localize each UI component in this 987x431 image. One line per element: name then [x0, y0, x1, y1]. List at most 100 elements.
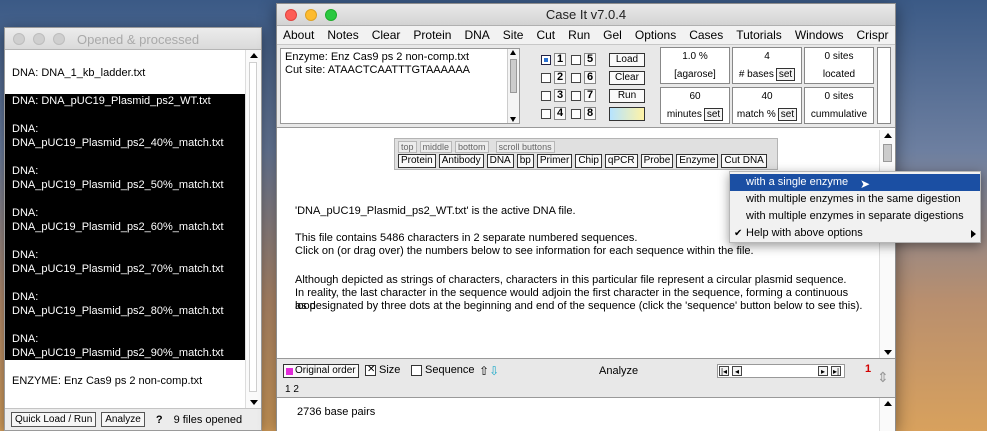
list-item[interactable]: DNA: DNA_pUC19_Plasmid_ps2_WT.txt [5, 94, 245, 108]
bp-scrollbar[interactable] [879, 398, 895, 431]
menu-protein[interactable]: Protein [413, 28, 451, 42]
left-list-scrollbar[interactable] [245, 50, 261, 408]
chip-button[interactable]: Chip [575, 154, 602, 168]
menu-site[interactable]: Site [503, 28, 524, 42]
lane-checkbox[interactable] [541, 90, 551, 101]
lane-8[interactable]: 8 [571, 107, 596, 120]
load-button[interactable]: Load [609, 53, 645, 67]
lane-3[interactable]: 3 [541, 89, 566, 102]
file-list[interactable]: DNA: DNA_1_kb_ladder.txt DNA: DNA_pUC19_… [5, 50, 245, 408]
probe-button[interactable]: Probe [640, 154, 674, 168]
scroll-down-arrow-icon[interactable] [250, 400, 258, 405]
checkbox-checked[interactable] [365, 364, 376, 376]
menu-about[interactable]: About [283, 28, 314, 42]
checkbox-unchecked[interactable] [411, 364, 422, 376]
list-item[interactable]: DNA_pUC19_Plasmid_ps2_40%_match.txt [5, 136, 245, 150]
qpcr-button[interactable]: qPCR [604, 154, 638, 168]
sequence-numbers[interactable]: 1 2 [285, 384, 299, 395]
scroll-thumb[interactable] [249, 62, 257, 392]
info-text-area[interactable]: top middle bottom scroll buttons Protein… [277, 130, 881, 358]
lane-1[interactable]: 1 [541, 53, 566, 66]
help-options-item[interactable]: ✔ Help with above options [730, 225, 980, 242]
list-item[interactable]: DNA: [5, 248, 245, 262]
lane-checkbox[interactable] [541, 72, 551, 83]
list-item[interactable]: DNA: DNA_1_kb_ladder.txt [5, 66, 245, 80]
list-item[interactable]: DNA_pUC19_Plasmid_ps2_70%_match.txt [5, 262, 245, 276]
menu-notes[interactable]: Notes [327, 28, 358, 42]
lane-checkbox[interactable] [571, 54, 581, 65]
prev-icon[interactable]: ◂ [732, 366, 742, 376]
menu-options[interactable]: Options [635, 28, 676, 42]
scroll-thumb[interactable] [883, 144, 892, 162]
enzyme-info-box[interactable]: Enzyme: Enz Cas9 ps 2 non-comp.txt Cut s… [280, 48, 520, 124]
next-icon[interactable]: ▸ [818, 366, 828, 376]
menu-dna[interactable]: DNA [464, 28, 489, 42]
scroll-down-arrow-icon[interactable] [510, 117, 516, 122]
last-icon[interactable]: ▸| [831, 366, 841, 376]
quick-load-run-button[interactable]: Quick Load / Run [11, 412, 97, 427]
lane-checkbox[interactable] [541, 54, 551, 65]
enzyme-box-scrollbar[interactable] [507, 49, 519, 123]
main-window-titlebar[interactable]: Case It v7.0.4 [277, 4, 895, 26]
lane-checkbox[interactable] [571, 108, 581, 119]
list-item[interactable]: DNA_pUC19_Plasmid_ps2_60%_match.txt [5, 220, 245, 234]
run-button[interactable]: Run [609, 89, 645, 103]
menu-crispr[interactable]: Crispr [857, 28, 889, 42]
lane-4[interactable]: 4 [541, 107, 566, 120]
multiple-same-digestion-option[interactable]: with multiple enzymes in the same digest… [730, 191, 980, 208]
cut-dna-button[interactable]: Cut DNA [721, 154, 767, 168]
zoom-button[interactable] [53, 33, 65, 45]
scroll-up-arrow-icon[interactable] [510, 50, 516, 55]
up-arrow-icon[interactable]: ⇧ [479, 364, 489, 378]
scroll-middle-tab[interactable]: middle [419, 141, 453, 153]
down-arrow-icon[interactable]: ⇩ [489, 364, 499, 378]
menu-cases[interactable]: Cases [689, 28, 723, 42]
analyze-button[interactable]: Analyze [101, 412, 145, 427]
content-scrollbar[interactable] [879, 130, 895, 358]
list-item[interactable]: DNA: [5, 164, 245, 178]
first-icon[interactable]: |◂ [719, 366, 729, 376]
set-match-button[interactable]: set [777, 108, 798, 121]
menu-gel[interactable]: Gel [603, 28, 622, 42]
menu-clear[interactable]: Clear [372, 28, 401, 42]
lane-checkbox[interactable] [571, 90, 581, 101]
scroll-up-arrow-icon[interactable] [884, 401, 892, 406]
size-checkbox[interactable]: Size [365, 364, 400, 376]
multiple-separate-digestion-option[interactable]: with multiple enzymes in separate digest… [730, 208, 980, 225]
agarose-label[interactable]: [agarose] [661, 69, 729, 80]
list-item[interactable]: DNA: [5, 122, 245, 136]
help-button[interactable]: ? [156, 414, 163, 426]
primer-button[interactable]: Primer [536, 154, 573, 168]
spinner-icon[interactable]: ⇕ [877, 369, 889, 386]
original-order-button[interactable]: Original order [283, 364, 359, 378]
minimize-button[interactable] [33, 33, 45, 45]
lane-7[interactable]: 7 [571, 89, 596, 102]
list-item[interactable]: DNA_pUC19_Plasmid_ps2_50%_match.txt [5, 178, 245, 192]
bp-button[interactable]: bp [516, 154, 534, 168]
set-minutes-button[interactable]: set [703, 108, 724, 121]
scroll-bottom-tab[interactable]: bottom [455, 141, 489, 153]
single-enzyme-option[interactable]: with a single enzyme ➤ [730, 174, 980, 191]
left-window-titlebar[interactable]: Opened & processed [5, 28, 261, 50]
list-item[interactable]: DNA_pUC19_Plasmid_ps2_90%_match.txt [5, 346, 245, 360]
scroll-up-arrow-icon[interactable] [250, 53, 258, 58]
menu-tutorials[interactable]: Tutorials [736, 28, 782, 42]
clear-button[interactable]: Clear [609, 71, 645, 85]
lane-checkbox[interactable] [571, 72, 581, 83]
list-item[interactable]: DNA: [5, 290, 245, 304]
scroll-thumb[interactable] [510, 59, 517, 93]
lane-2[interactable]: 2 [541, 71, 566, 84]
set-bases-button[interactable]: set [775, 68, 796, 81]
menu-windows[interactable]: Windows [795, 28, 844, 42]
antibody-button[interactable]: Antibody [438, 154, 484, 168]
sequence-navigator[interactable]: |◂ ◂ ▸ ▸| [717, 364, 845, 378]
list-item[interactable]: DNA: [5, 332, 245, 346]
menu-cut[interactable]: Cut [536, 28, 555, 42]
list-item[interactable]: ENZYME: Enz Cas9 ps 2 non-comp.txt [5, 374, 245, 388]
protein-button[interactable]: Protein [398, 154, 436, 168]
gel-color-button[interactable] [609, 107, 645, 121]
lane-6[interactable]: 6 [571, 71, 596, 84]
sequence-checkbox[interactable]: Sequence [411, 364, 475, 376]
lane-5[interactable]: 5 [571, 53, 596, 66]
enzyme-button[interactable]: Enzyme [676, 154, 719, 168]
